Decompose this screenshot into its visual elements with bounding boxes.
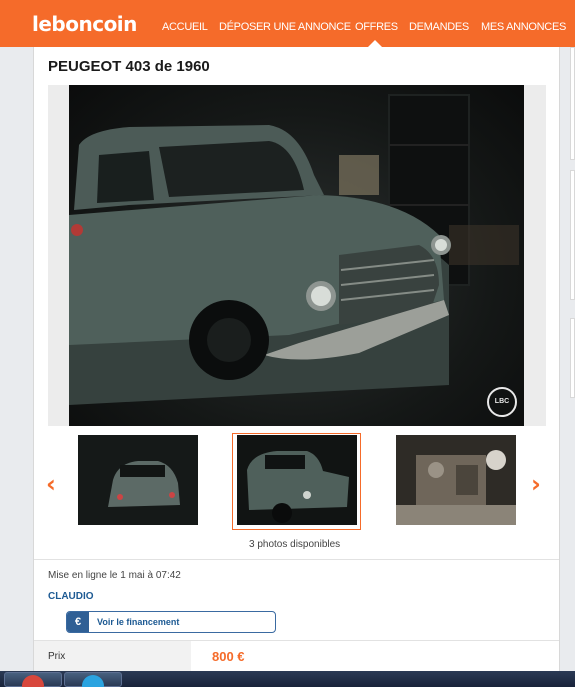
listing-title: PEUGEOT 403 de 1960 bbox=[48, 58, 210, 75]
photos-count-label: 3 photos disponibles bbox=[249, 539, 341, 550]
main-photo[interactable]: LBC bbox=[69, 85, 524, 426]
thumbnail-engine bbox=[396, 435, 516, 525]
thumbnail-car-rear bbox=[78, 435, 198, 525]
chevron-right-icon: › bbox=[531, 470, 541, 498]
page-background bbox=[0, 47, 33, 687]
nav-deposer-annonce[interactable]: DÉPOSER UNE ANNONCE bbox=[219, 21, 351, 33]
posted-date: Mise en ligne le 1 mai à 07:42 bbox=[48, 570, 181, 581]
price-label: Prix bbox=[48, 651, 66, 662]
price-value: 800 € bbox=[212, 649, 245, 664]
right-sidebar-panel bbox=[570, 170, 575, 300]
nav-accueil[interactable]: ACCUEIL bbox=[162, 21, 208, 33]
section-divider bbox=[34, 559, 559, 560]
nav-mes-annonces[interactable]: MES ANNONCES bbox=[481, 21, 566, 33]
thumbnail-car-front bbox=[237, 435, 357, 525]
price-row: Prix 800 € bbox=[34, 641, 559, 671]
seller-name-link[interactable]: CLAUDIO bbox=[48, 591, 94, 602]
price-label-cell: Prix bbox=[34, 641, 191, 671]
financing-button-label: Voir le financement bbox=[97, 617, 180, 627]
financing-button[interactable]: € Voir le financement bbox=[66, 611, 276, 633]
next-photo-button[interactable]: › bbox=[531, 470, 541, 498]
site-logo[interactable]: leboncoin bbox=[32, 12, 137, 36]
nav-offres[interactable]: OFFRES bbox=[355, 21, 398, 33]
thumbnail-2[interactable] bbox=[237, 435, 357, 525]
thumbnail-1[interactable] bbox=[78, 435, 198, 525]
watermark-badge: LBC bbox=[487, 387, 517, 417]
chevron-left-icon: ‹ bbox=[46, 470, 56, 498]
nav-demandes[interactable]: DEMANDES bbox=[409, 21, 469, 33]
right-sidebar-panel bbox=[570, 47, 575, 160]
prev-photo-button[interactable]: ‹ bbox=[46, 470, 56, 498]
car-photo-illustration bbox=[69, 94, 519, 405]
thumbnail-3[interactable] bbox=[396, 435, 516, 525]
active-nav-indicator bbox=[368, 40, 382, 47]
right-sidebar-panel bbox=[570, 318, 575, 398]
euro-icon: € bbox=[67, 612, 89, 632]
